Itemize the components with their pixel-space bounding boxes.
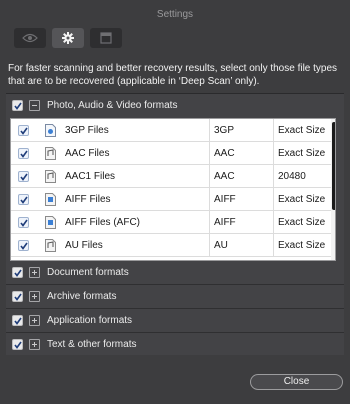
plus-icon [32,294,37,299]
section-checkbox[interactable] [12,267,23,278]
file-size-mode: Exact Size [273,234,331,257]
section-label: Photo, Audio & Video formats [47,100,178,111]
file-type-panel: Photo, Audio & Video formats 3GP Files 3… [6,93,344,355]
close-button[interactable]: Close [250,374,343,390]
plus-icon [32,270,37,275]
section-checkbox[interactable] [12,100,23,111]
section-label: Archive formats [47,291,117,302]
expand-toggle[interactable] [29,339,40,350]
plus-icon [32,318,37,323]
row-checkbox[interactable] [18,148,29,159]
window-title: Settings [156,9,194,20]
minus-icon [32,105,37,106]
plus-icon [32,342,37,347]
eye-icon [22,33,38,43]
checkmark-icon [14,317,22,325]
file-size-mode: Exact Size [273,188,331,211]
checkmark-icon [20,173,28,181]
checkmark-icon [14,269,22,277]
file-types-table: 3GP Files 3GP Exact Size AAC Files AAC E… [10,118,336,261]
section-checkbox[interactable] [12,291,23,302]
checkmark-icon [20,150,28,158]
section-photo-audio-video: Photo, Audio & Video formats [6,94,344,118]
collapse-toggle[interactable] [29,100,40,111]
gear-icon [62,32,74,44]
file-size-mode: Exact Size [273,142,331,165]
file-name: AIFF Files [65,194,111,205]
file-extension: AIFF [209,211,273,234]
table-row[interactable]: AIFF Files (AFC) AIFF Exact Size [11,211,335,234]
table-row[interactable]: AAC1 Files AAC 20480 [11,165,335,188]
section-archive: Archive formats [6,285,344,309]
table-row[interactable]: AAC Files AAC Exact Size [11,142,335,165]
expand-toggle[interactable] [29,267,40,278]
row-checkbox[interactable] [18,240,29,251]
table-row[interactable]: AIFF Files AIFF Exact Size [11,188,335,211]
tab-settings[interactable] [52,28,84,48]
file-extension: AAC [209,165,273,188]
file-extension: 3GP [209,119,273,142]
file-extension: AAC [209,142,273,165]
checkmark-icon [20,219,28,227]
row-checkbox[interactable] [18,171,29,182]
section-text-other: Text & other formats [6,333,344,357]
expand-toggle[interactable] [29,291,40,302]
section-application: Application formats [6,309,344,333]
section-label: Text & other formats [47,339,137,350]
file-name: AAC1 Files [65,171,116,182]
row-checkbox[interactable] [18,125,29,136]
table-row[interactable]: AU Files AU Exact Size [11,234,335,257]
checkmark-icon [20,242,28,250]
file-extension: AIFF [209,188,273,211]
row-checkbox[interactable] [18,194,29,205]
scrollbar-thumb[interactable] [332,122,335,210]
toolbar-tabs [14,28,122,50]
audio-file-icon [45,239,56,252]
window-icon [100,32,112,44]
checkmark-icon [14,102,22,110]
file-name: 3GP Files [65,125,109,136]
audio-file-icon [45,170,56,183]
file-size-mode: 20480 [273,165,331,188]
checkmark-icon [14,293,22,301]
audio-file-icon [45,193,56,206]
file-name: AIFF Files (AFC) [65,217,140,228]
checkmark-icon [20,196,28,204]
file-size-mode: Exact Size [273,211,331,234]
table-row[interactable]: 3GP Files 3GP Exact Size [11,119,335,142]
table-scrollbar[interactable] [331,119,335,260]
file-size-mode: Exact Size [273,119,331,142]
section-label: Document formats [47,267,129,278]
tab-layout[interactable] [90,28,122,48]
row-checkbox[interactable] [18,217,29,228]
tab-preview[interactable] [14,28,46,48]
checkmark-icon [20,127,28,135]
video-file-icon [45,124,56,137]
checkmark-icon [14,341,22,349]
section-checkbox[interactable] [12,315,23,326]
audio-file-icon [45,216,56,229]
expand-toggle[interactable] [29,315,40,326]
section-label: Application formats [47,315,133,326]
audio-file-icon [45,147,56,160]
section-document: Document formats [6,261,344,285]
file-name: AU Files [65,240,103,251]
file-extension: AU [209,234,273,257]
section-checkbox[interactable] [12,339,23,350]
instructions-text: For faster scanning and better recovery … [8,63,338,87]
file-name: AAC Files [65,148,110,159]
